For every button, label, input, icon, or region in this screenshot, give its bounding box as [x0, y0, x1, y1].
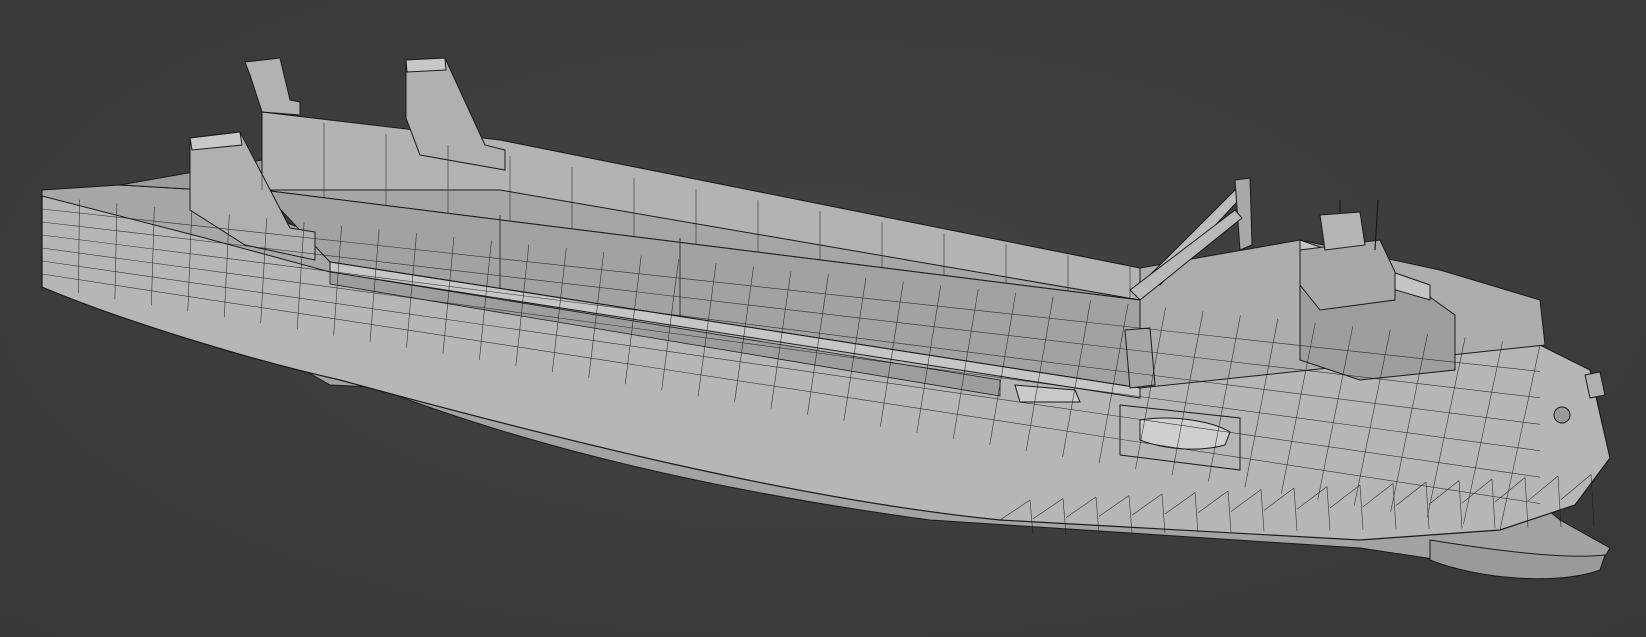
3d-viewport[interactable] — [0, 0, 1646, 637]
ship-model[interactable] — [0, 0, 1646, 637]
bridge-house — [1299, 199, 1396, 311]
